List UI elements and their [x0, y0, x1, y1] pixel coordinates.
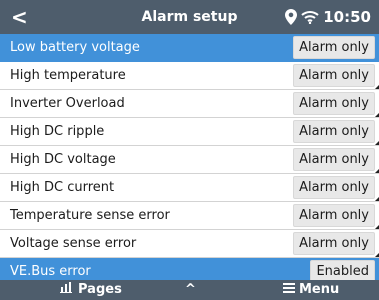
- row-label: High DC voltage: [10, 152, 116, 167]
- alarm-row-low-battery-voltage[interactable]: Low battery voltage Alarm only: [0, 34, 379, 62]
- dropdown-corner-icon: [375, 253, 379, 257]
- status-area: 10:50: [285, 0, 371, 34]
- row-value-button[interactable]: Alarm only: [293, 232, 375, 255]
- row-label: Voltage sense error: [10, 236, 137, 251]
- bottom-bar: Pages ^ Menu: [0, 280, 379, 300]
- dropdown-corner-icon: [375, 113, 379, 117]
- hamburger-icon: [283, 280, 295, 300]
- dropdown-corner-icon: [375, 85, 379, 89]
- alarm-list: Low battery voltage Alarm only High temp…: [0, 34, 379, 286]
- alarm-row-high-dc-current[interactable]: High DC current Alarm only: [0, 174, 379, 202]
- wifi-icon: [301, 10, 319, 24]
- menu-label: Menu: [299, 282, 340, 297]
- alarm-row-temperature-sense-error[interactable]: Temperature sense error Alarm only: [0, 202, 379, 230]
- bar-chart-icon: [60, 280, 72, 300]
- row-label: High DC current: [10, 180, 115, 195]
- row-label: High DC ripple: [10, 124, 105, 139]
- alarm-row-high-dc-ripple[interactable]: High DC ripple Alarm only: [0, 118, 379, 146]
- row-label: High temperature: [10, 68, 126, 83]
- row-value-button[interactable]: Alarm only: [293, 64, 375, 87]
- row-label: Low battery voltage: [10, 40, 140, 55]
- pages-button[interactable]: Pages: [60, 280, 122, 300]
- location-pin-icon: [285, 9, 298, 25]
- alarm-row-high-temperature[interactable]: High temperature Alarm only: [0, 62, 379, 90]
- row-value-button[interactable]: Alarm only: [293, 204, 375, 227]
- pages-label: Pages: [78, 282, 122, 297]
- row-value-button[interactable]: Alarm only: [293, 120, 375, 143]
- alarm-row-high-dc-voltage[interactable]: High DC voltage Alarm only: [0, 146, 379, 174]
- chevron-up-icon[interactable]: ^: [185, 280, 196, 300]
- alarm-row-inverter-overload[interactable]: Inverter Overload Alarm only: [0, 90, 379, 118]
- dropdown-corner-icon: [375, 225, 379, 229]
- clock-time: 10:50: [323, 8, 371, 26]
- row-label: Inverter Overload: [10, 96, 125, 111]
- row-label: Temperature sense error: [10, 208, 170, 223]
- alarm-row-voltage-sense-error[interactable]: Voltage sense error Alarm only: [0, 230, 379, 258]
- row-value-button[interactable]: Alarm only: [293, 176, 375, 199]
- row-value-button[interactable]: Alarm only: [293, 92, 375, 115]
- row-value-button[interactable]: Alarm only: [293, 36, 375, 59]
- top-bar: < Alarm setup 10:50: [0, 0, 379, 34]
- menu-button[interactable]: Menu: [283, 280, 339, 300]
- dropdown-corner-icon: [375, 169, 379, 173]
- row-value-button[interactable]: Alarm only: [293, 148, 375, 171]
- dropdown-corner-icon: [375, 141, 379, 145]
- dropdown-corner-icon: [375, 197, 379, 201]
